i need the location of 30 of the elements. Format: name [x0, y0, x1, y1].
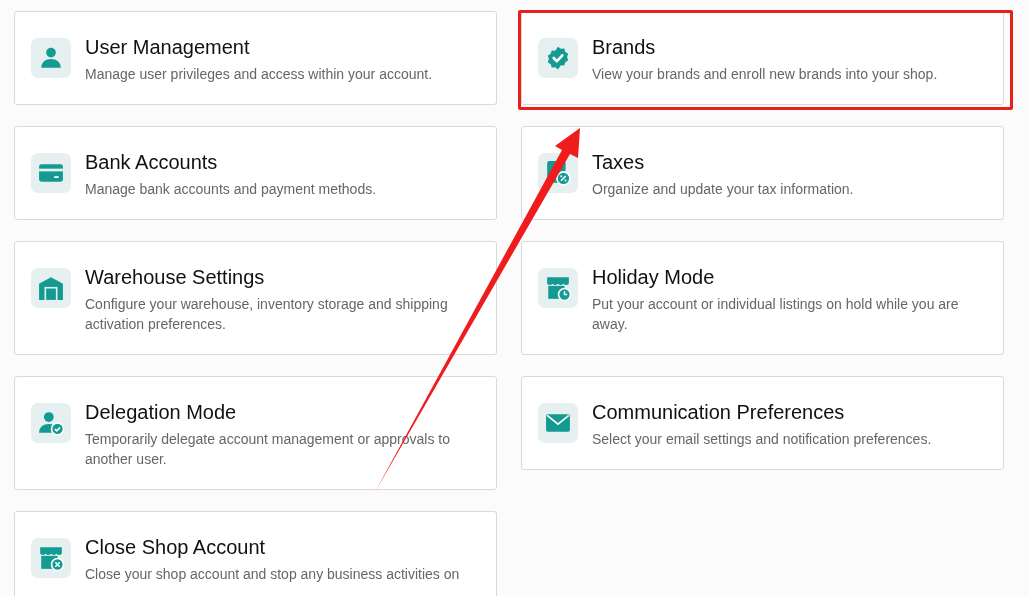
card-title: Close Shop Account — [85, 535, 267, 560]
settings-card[interactable]: Taxes Organize and update your tax information. — [521, 126, 1004, 220]
badge-check-icon — [545, 45, 571, 71]
settings-card[interactable]: Holiday Mode Put your account or individual listings on hold while you are away. — [521, 241, 1004, 355]
user-icon — [38, 45, 64, 71]
card-title: Brands — [592, 35, 657, 60]
card-title: Communication Preferences — [592, 400, 846, 425]
card-title: Warehouse Settings — [85, 265, 266, 290]
settings-card[interactable]: Warehouse Settings Configure your warehouse, inventory storage and shipping activation preferences. — [14, 241, 497, 355]
card-description: Close your shop account and stop any business activities on — [85, 565, 460, 584]
card-description: Manage bank accounts and payment methods. — [85, 180, 377, 199]
card-description: Put your account or individual listings on hold while you are away. — [592, 295, 960, 334]
card-title: Taxes — [592, 150, 646, 175]
user-check-icon — [38, 410, 64, 436]
settings-card[interactable]: Bank Accounts Manage bank accounts and payment methods. — [14, 126, 497, 220]
card-description: Select your email settings and notification preferences. — [592, 430, 932, 449]
settings-card[interactable]: User Management Manage user privileges and access within your account. — [14, 11, 497, 105]
card-description: Organize and update your tax information. — [592, 180, 854, 199]
card-description: Configure your warehouse, inventory storage and shipping activation preferences. — [85, 295, 449, 334]
settings-card[interactable]: Communication Preferences Select your email settings and notification preferences. — [521, 376, 1004, 470]
card-description: View your brands and enroll new brands into your shop. — [592, 65, 938, 84]
shop-close-icon — [38, 545, 64, 571]
card-title: User Management — [85, 35, 251, 60]
warehouse-icon — [38, 275, 64, 301]
card-title: Holiday Mode — [592, 265, 716, 290]
shop-clock-icon — [545, 275, 571, 301]
card-description: Manage user privileges and access within your account. — [85, 65, 433, 84]
settings-card[interactable]: Close Shop Account Close your shop account and stop any business activities on — [14, 511, 497, 596]
card-title: Bank Accounts — [85, 150, 219, 175]
card-title: Delegation Mode — [85, 400, 238, 425]
